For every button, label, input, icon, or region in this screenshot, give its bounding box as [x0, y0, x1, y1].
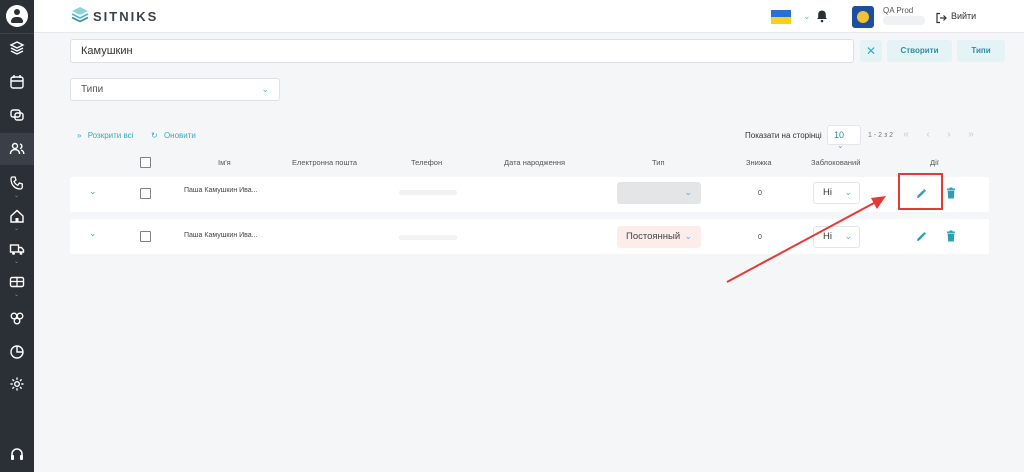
row-discount: 0	[758, 190, 762, 197]
search-input[interactable]: Камушкин	[70, 39, 854, 63]
row-type-select[interactable]: Постоянный ⌄	[617, 226, 701, 248]
first-page-icon[interactable]: «	[900, 129, 912, 140]
sitniks-logo-icon	[70, 5, 90, 25]
organization-name: QA Prod	[883, 6, 914, 15]
refresh-label: Оновити	[163, 131, 196, 140]
per-page-label: Показати на сторінці	[745, 131, 822, 140]
phone-icon[interactable]	[9, 175, 25, 191]
home-icon[interactable]	[9, 208, 25, 224]
row-discount: 0	[758, 234, 762, 241]
per-page-select[interactable]: 10 ⌄	[827, 125, 861, 150]
users-icon[interactable]	[9, 141, 25, 157]
user-avatar-icon[interactable]	[6, 5, 28, 27]
types-button[interactable]: Типи	[957, 40, 1005, 62]
chevron-down-icon: ⌄	[844, 187, 852, 197]
refresh-icon: ↻	[151, 131, 158, 140]
per-page-value: 10	[834, 130, 845, 140]
types-filter-placeholder: Типи	[81, 84, 104, 95]
create-button[interactable]: Створити	[887, 40, 952, 62]
row-blocked-value: Ні	[823, 231, 832, 242]
column-header-actions: Дії	[930, 158, 939, 167]
clear-search-button[interactable]: ✕	[860, 40, 882, 62]
row-blocked-value: Ні	[823, 187, 832, 198]
sidebar: ⌄ ⌄ ⌄ ⌄	[0, 0, 34, 472]
expand-all-label: Розкрити всі	[87, 131, 134, 140]
headset-icon[interactable]	[9, 446, 25, 462]
column-header-blocked[interactable]: Заблокований	[811, 158, 860, 167]
wallet-chevron-icon[interactable]: ⌄	[14, 292, 20, 298]
chevron-down-icon: ⌄	[261, 84, 269, 94]
row-name: Паша Камушкин Ива...	[184, 232, 258, 239]
logout-button[interactable]: Вийти	[951, 11, 976, 21]
row-phone-redacted	[399, 190, 457, 195]
column-header-birthday[interactable]: Дата народження	[504, 158, 565, 167]
row-blocked-select[interactable]: Ні ⌄	[813, 182, 860, 204]
row-checkbox[interactable]	[140, 231, 151, 242]
pagination-range: 1 - 2 з 2	[868, 132, 893, 139]
organization-logo[interactable]	[852, 6, 874, 28]
layers-icon[interactable]	[9, 40, 25, 56]
row-name: Паша Камушкин Ива...	[184, 187, 258, 194]
user-name-redacted	[883, 16, 925, 25]
row-expand-chevron-icon[interactable]: ⌄	[89, 228, 97, 239]
logout-icon[interactable]	[935, 11, 947, 24]
annotation-highlight-box	[898, 173, 943, 210]
row-expand-chevron-icon[interactable]: ⌄	[89, 186, 97, 197]
groups-icon[interactable]	[9, 310, 25, 326]
expand-all-button[interactable]: » Розкрити всі	[77, 131, 133, 140]
column-header-phone[interactable]: Телефон	[411, 158, 442, 167]
column-header-name[interactable]: Ім'я	[218, 158, 231, 167]
top-bar	[34, 0, 1024, 33]
row-phone-redacted	[399, 235, 457, 240]
delete-trash-icon[interactable]	[945, 229, 957, 242]
prev-page-icon[interactable]: ‹	[922, 129, 934, 140]
calendar-icon[interactable]	[9, 74, 25, 90]
pie-chart-icon[interactable]	[9, 344, 25, 360]
sidebar-divider	[0, 33, 34, 34]
next-page-icon[interactable]: ›	[943, 129, 955, 140]
truck-chevron-icon[interactable]: ⌄	[14, 259, 20, 265]
chevron-down-icon: ⌄	[684, 231, 692, 241]
row-type-value: Постоянный	[626, 231, 681, 242]
phone-chevron-icon[interactable]: ⌄	[14, 193, 20, 199]
row-checkbox[interactable]	[140, 188, 151, 199]
language-chevron-icon[interactable]: ⌄	[803, 11, 811, 22]
column-header-type[interactable]: Тип	[652, 158, 665, 167]
row-type-select[interactable]: ⌄	[617, 182, 701, 204]
types-filter-select[interactable]: Типи ⌄	[70, 78, 280, 101]
row-blocked-select[interactable]: Ні ⌄	[813, 226, 860, 248]
settings-icon[interactable]	[9, 376, 25, 392]
chevron-down-icon: ⌄	[684, 187, 692, 197]
chat-icon[interactable]	[9, 107, 25, 123]
logo-text: SITNIKS	[93, 9, 159, 24]
wallet-icon[interactable]	[9, 274, 25, 290]
edit-pencil-icon[interactable]	[915, 230, 927, 242]
truck-icon[interactable]	[9, 241, 25, 257]
chevron-down-icon: ⌄	[837, 141, 844, 150]
last-page-icon[interactable]: »	[965, 129, 977, 140]
column-header-email[interactable]: Електронна пошта	[292, 158, 357, 167]
column-header-discount[interactable]: Знижка	[746, 158, 772, 167]
chevron-down-icon: ⌄	[844, 231, 852, 241]
select-all-checkbox[interactable]	[140, 157, 151, 168]
double-chevron-down-icon: »	[77, 131, 82, 140]
delete-trash-icon[interactable]	[945, 186, 957, 199]
notifications-bell-icon[interactable]	[815, 9, 829, 23]
language-flag-icon[interactable]	[771, 10, 791, 24]
refresh-button[interactable]: ↻ Оновити	[151, 131, 196, 140]
home-chevron-icon[interactable]: ⌄	[14, 226, 20, 232]
